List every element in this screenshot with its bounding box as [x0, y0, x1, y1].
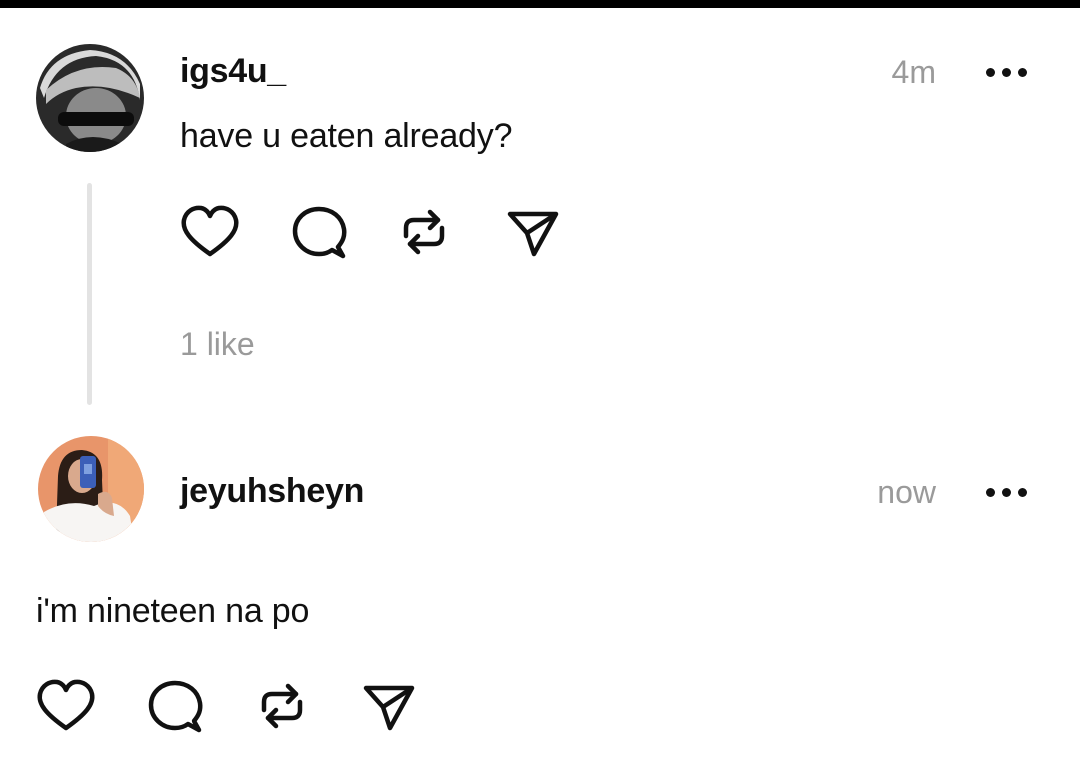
post-text: have u eaten already? [180, 117, 513, 155]
heart-icon[interactable] [178, 200, 242, 264]
status-bar [0, 0, 1080, 8]
send-icon[interactable] [500, 200, 564, 264]
thread-line [87, 183, 92, 405]
username[interactable]: jeyuhsheyn [180, 472, 364, 511]
repost-icon[interactable] [250, 674, 314, 738]
post-text: i'm nineteen na po [36, 592, 310, 630]
timestamp: now [877, 474, 936, 510]
avatar[interactable] [36, 44, 144, 152]
avatar-icon [36, 44, 144, 152]
avatar[interactable] [38, 436, 144, 542]
comment-icon[interactable] [143, 674, 207, 738]
timestamp: 4m [891, 54, 936, 90]
username[interactable]: igs4u_ [180, 52, 286, 91]
heart-icon[interactable] [34, 674, 98, 738]
comment-icon[interactable] [287, 200, 351, 264]
more-icon[interactable] [986, 62, 1034, 82]
avatar-icon [38, 436, 144, 542]
like-count[interactable]: 1 like [180, 326, 255, 363]
send-icon[interactable] [356, 674, 420, 738]
more-icon[interactable] [986, 482, 1034, 502]
repost-icon[interactable] [392, 200, 456, 264]
